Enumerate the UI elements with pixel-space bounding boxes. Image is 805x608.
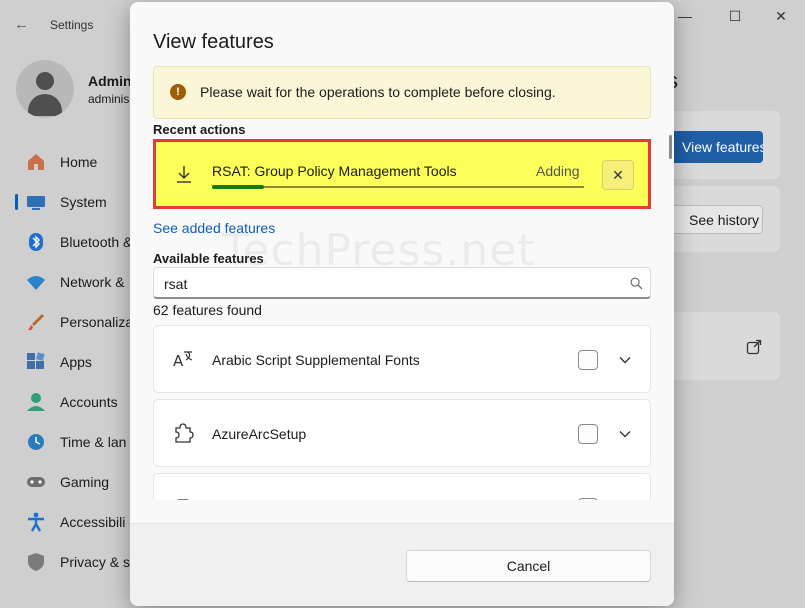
bluetooth-icon: [29, 233, 43, 251]
time-language-icon: [28, 434, 44, 450]
sidebar-item-time-language[interactable]: Time & lan: [0, 422, 135, 462]
progress-bar: [212, 185, 584, 189]
dialog-footer: Cancel: [130, 523, 674, 606]
sidebar-item-accounts[interactable]: Accounts: [0, 382, 135, 422]
recent-actions-heading: Recent actions: [153, 122, 246, 137]
sidebar-item-accessibility[interactable]: Accessibili: [0, 502, 135, 542]
close-window-icon[interactable]: ✕: [766, 8, 796, 28]
view-features-button[interactable]: View features: [660, 131, 763, 163]
apps-icon: [27, 352, 45, 369]
see-history-button[interactable]: See history: [660, 205, 763, 234]
selection-indicator: [15, 194, 18, 210]
system-icon: [27, 196, 45, 210]
download-icon: [177, 166, 191, 183]
watermark: TechPress.net: [222, 225, 536, 276]
font-icon: A: [173, 351, 193, 370]
sidebar-item-label: Privacy & s: [60, 554, 131, 570]
info-message: Please wait for the operations to comple…: [200, 84, 556, 100]
sidebar-item-label: Time & lan: [60, 434, 127, 450]
view-features-dialog: View features ! Please wait for the oper…: [130, 2, 674, 606]
feature-item[interactable]: [153, 473, 651, 500]
sidebar-item-home[interactable]: Home: [0, 142, 135, 182]
feature-checkbox[interactable]: [578, 498, 598, 500]
sidebar-item-label: Personaliza: [60, 314, 134, 330]
sidebar-item-personalization[interactable]: Personaliza: [0, 302, 135, 342]
feature-item[interactable]: AzureArcSetup: [153, 399, 651, 467]
gaming-icon: [27, 477, 45, 487]
sidebar-item-system[interactable]: System: [0, 182, 135, 222]
sidebar-item-label: Apps: [60, 354, 92, 370]
chevron-down-icon[interactable]: [618, 353, 632, 367]
minimize-icon[interactable]: —: [670, 8, 700, 28]
sidebar-item-network[interactable]: Network &: [0, 262, 135, 302]
puzzle-icon: [175, 423, 194, 443]
svg-text:A: A: [173, 352, 184, 370]
results-count: 62 features found: [153, 302, 262, 318]
privacy-security-icon: [28, 553, 44, 571]
sidebar-item-label: Home: [60, 154, 98, 170]
feature-name: AzureArcSetup: [212, 426, 307, 442]
app-title: Settings: [50, 18, 94, 32]
cancel-button[interactable]: Cancel: [406, 550, 651, 582]
chevron-down-icon[interactable]: [618, 427, 632, 441]
recent-action-status: Adding: [536, 163, 580, 179]
accessibility-icon: [28, 512, 44, 532]
network-icon: [27, 276, 45, 290]
profile-email: adminis: [88, 92, 130, 106]
feature-checkbox[interactable]: [578, 350, 598, 370]
sidebar-item-label: Bluetooth &: [60, 234, 133, 250]
sidebar-item-privacy-security[interactable]: Privacy & s: [0, 542, 135, 582]
profile-name: Admin: [88, 73, 132, 89]
sidebar-item-label: Accounts: [60, 394, 118, 410]
recent-action-name: RSAT: Group Policy Management Tools: [212, 163, 457, 179]
maximize-icon[interactable]: ☐: [720, 8, 750, 28]
sidebar-item-label: Accessibili: [60, 514, 126, 530]
sidebar-item-bluetooth[interactable]: Bluetooth &: [0, 222, 135, 262]
progress-fill: [212, 185, 265, 189]
search-icon[interactable]: [630, 277, 643, 290]
accounts-icon: [27, 393, 45, 411]
back-arrow-icon[interactable]: ←: [14, 16, 32, 33]
sidebar-item-label: Gaming: [60, 474, 110, 490]
sidebar-item-label: System: [60, 194, 107, 210]
feature-name: Arabic Script Supplemental Fonts: [212, 352, 420, 368]
cancel-operation-button[interactable]: ✕: [602, 160, 634, 190]
sidebar-item-apps[interactable]: Apps: [0, 342, 135, 382]
settings-sidebar: Home System Bluetooth & Network & Person…: [0, 142, 135, 582]
avatar: [16, 60, 74, 118]
sidebar-item-label: Network &: [60, 274, 125, 290]
features-list: A Arabic Script Supplemental Fonts Azure…: [153, 325, 651, 500]
warning-icon: !: [170, 84, 186, 100]
feature-icon: [177, 499, 189, 500]
sidebar-item-gaming[interactable]: Gaming: [0, 462, 135, 502]
scrollbar[interactable]: [669, 135, 672, 159]
feature-checkbox[interactable]: [578, 424, 598, 444]
search-input[interactable]: [164, 274, 604, 294]
dialog-title: View features: [153, 31, 274, 53]
home-icon: [28, 154, 44, 170]
personalization-icon: [28, 314, 44, 331]
feature-item[interactable]: A Arabic Script Supplemental Fonts: [153, 325, 651, 393]
external-link-icon: [746, 339, 762, 355]
recent-action-item: RSAT: Group Policy Management Tools Addi…: [153, 139, 651, 209]
info-bar: ! Please wait for the operations to comp…: [153, 66, 651, 119]
